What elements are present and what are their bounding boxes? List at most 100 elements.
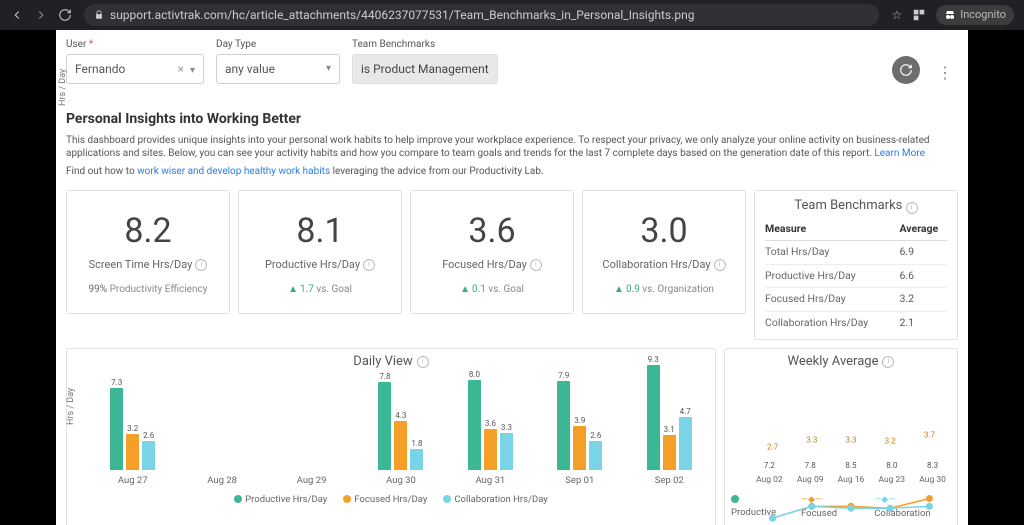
bench-filter-button[interactable]: is Product Management xyxy=(352,54,498,84)
metric-value: 3.0 xyxy=(640,208,687,256)
metric-label: Focused Hrs/Day i xyxy=(442,257,542,272)
metric-value: 8.2 xyxy=(124,208,171,256)
daytype-select[interactable]: any value ▾ xyxy=(216,54,340,84)
line-value-label: 3.3 xyxy=(806,434,817,445)
refresh-icon xyxy=(899,63,913,77)
bar-group: 7.93.92.6 Sep 01 xyxy=(546,358,613,487)
bar-group: 9.33.14.7 Sep 02 xyxy=(636,358,703,487)
category-label: Sep 02 xyxy=(655,474,684,487)
weekly-average-chart: Weekly Average i Hrs / Day 7.2 Aug 027.8… xyxy=(724,348,958,525)
bar: 2.6 xyxy=(142,441,155,470)
category-label: Aug 28 xyxy=(207,474,237,487)
user-label: User * xyxy=(66,38,204,52)
refresh-button[interactable] xyxy=(892,56,920,84)
chevron-down-icon: ▾ xyxy=(190,65,195,76)
learn-more-link[interactable]: Learn More xyxy=(874,148,925,159)
weekly-title: Weekly Average i xyxy=(731,353,951,371)
bar: 3.6 xyxy=(484,429,497,469)
clear-icon[interactable]: × xyxy=(178,62,184,76)
bar-group: 8.03.63.3 Aug 31 xyxy=(457,358,524,487)
intro-section: Personal Insights into Working Better Th… xyxy=(66,110,958,178)
metric-label: Collaboration Hrs/Day i xyxy=(602,257,725,272)
bench-head-measure: Measure xyxy=(765,219,886,240)
daily-view-chart: Daily View i Hrs / Day 7.33.22.6Aug 27Au… xyxy=(66,348,716,525)
bar: 3.1 xyxy=(663,435,676,470)
incognito-badge: Incognito xyxy=(936,5,1014,24)
legend-item: Collaboration Hrs/Day xyxy=(443,493,547,506)
lock-icon xyxy=(94,10,104,20)
info-icon[interactable]: i xyxy=(363,259,375,271)
info-icon[interactable]: i xyxy=(530,259,542,271)
metric-card: 3.6 Focused Hrs/Day i ▲0.1 vs. Goal xyxy=(410,190,574,314)
category-label: Aug 30 xyxy=(386,474,416,487)
line-value-label: 3.2 xyxy=(885,435,896,446)
user-select[interactable]: Fernando × ▾ xyxy=(66,54,204,84)
bar: 9.3 xyxy=(647,365,660,469)
y-axis-label: Hrs / Day xyxy=(57,69,70,106)
line-value-label: 3.3 xyxy=(845,434,856,445)
bar: 3.9 xyxy=(573,426,586,470)
chevron-down-icon: ▾ xyxy=(326,62,331,76)
metric-label: Screen Time Hrs/Day i xyxy=(89,257,208,272)
table-row: Collaboration Hrs/Day2.1 xyxy=(765,312,947,335)
bar-group: Aug 28 xyxy=(188,358,255,487)
metric-value: 3.6 xyxy=(468,208,515,256)
more-menu[interactable]: ⋮ xyxy=(932,62,958,84)
benchmark-card: Team Benchmarks i Measure Average Total … xyxy=(754,190,958,340)
bar: 8.0 xyxy=(468,380,481,470)
page-title: Personal Insights into Working Better xyxy=(66,110,958,130)
daily-legend: Productive Hrs/Day Focused Hrs/Day Collabo… xyxy=(73,493,709,506)
category-label: Aug 29 xyxy=(297,474,327,487)
user-value: Fernando xyxy=(75,61,125,78)
extensions-icon[interactable] xyxy=(912,8,926,22)
table-row: Productive Hrs/Day6.6 xyxy=(765,264,947,288)
url-bar[interactable]: support.activtrak.com/hc/article_attachm… xyxy=(84,4,879,26)
incognito-icon xyxy=(944,9,956,21)
metric-card: 8.2 Screen Time Hrs/Day i 99% Productivi… xyxy=(66,190,230,314)
bar-group: 7.84.31.8 Aug 30 xyxy=(367,358,434,487)
bar: 3.2 xyxy=(126,434,139,470)
back-icon[interactable] xyxy=(10,8,24,22)
daytype-label: Day Type xyxy=(216,38,340,52)
info-icon[interactable]: i xyxy=(714,259,726,271)
category-label: Aug 31 xyxy=(476,474,506,487)
info-icon[interactable]: i xyxy=(195,259,207,271)
metric-label: Productive Hrs/Day i xyxy=(265,257,375,272)
daytype-value: any value xyxy=(225,61,275,78)
legend-item: Focused Hrs/Day xyxy=(343,493,427,506)
benchmark-title: Team Benchmarks i xyxy=(765,197,947,215)
line-value-label: 3.7 xyxy=(924,430,935,441)
metrics-row: 8.2 Screen Time Hrs/Day i 99% Productivi… xyxy=(66,190,958,340)
info-icon[interactable]: i xyxy=(882,356,894,368)
category-label: Sep 01 xyxy=(565,474,594,487)
browser-chrome: support.activtrak.com/hc/article_attachm… xyxy=(0,0,1024,30)
metric-value: 8.1 xyxy=(296,208,343,256)
bar-group: 7.33.22.6Aug 27 xyxy=(99,358,166,487)
info-icon[interactable]: i xyxy=(906,202,918,214)
bar: 7.9 xyxy=(557,381,570,469)
bar: 4.3 xyxy=(394,421,407,469)
bar: 7.3 xyxy=(110,388,123,470)
legend-item: Productive Hrs/Day xyxy=(234,493,327,506)
bench-value: is Product Management xyxy=(361,61,489,78)
bar: 1.8 xyxy=(410,449,423,469)
star-icon[interactable]: ☆ xyxy=(891,7,902,24)
bar: 3.3 xyxy=(500,433,513,470)
forward-icon[interactable] xyxy=(34,8,48,22)
metric-card: 3.0 Collaboration Hrs/Day i ▲0.9 vs. Org… xyxy=(582,190,746,314)
y-axis-label: Hrs / Day xyxy=(65,387,78,424)
bench-label: Team Benchmarks xyxy=(352,38,498,52)
reload-icon[interactable] xyxy=(58,8,72,22)
intro-tip: Find out how to work wiser and develop h… xyxy=(66,165,958,179)
bar: 4.7 xyxy=(679,417,692,470)
bar: 2.6 xyxy=(589,441,602,470)
bar: 7.8 xyxy=(378,382,391,469)
metric-card: 8.1 Productive Hrs/Day i ▲1.7 vs. Goal xyxy=(238,190,402,314)
work-wiser-link[interactable]: work wiser and develop healthy work habi… xyxy=(137,166,330,177)
url-text: support.activtrak.com/hc/article_attachm… xyxy=(110,7,694,24)
line-overlay xyxy=(753,375,949,525)
bench-head-average: Average xyxy=(886,219,948,240)
filter-bar: User * Fernando × ▾ Day Type any value ▾… xyxy=(66,38,958,84)
incognito-label: Incognito xyxy=(960,7,1006,22)
bar-group: Aug 29 xyxy=(278,358,345,487)
